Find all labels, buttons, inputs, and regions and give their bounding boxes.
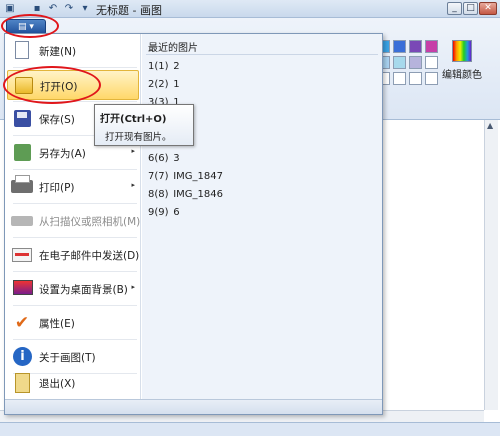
menu-item-label: 打印(P) (39, 182, 75, 194)
menu-divider (13, 237, 137, 238)
menu-footer (5, 399, 382, 414)
menu-item-label: 在电子邮件中发送(D) (39, 250, 140, 262)
tooltip-title: 打开(Ctrl+O) (100, 114, 167, 125)
save-icon[interactable]: ▪ (30, 2, 44, 15)
scroll-up-icon[interactable]: ▲ (487, 121, 493, 130)
menu-divider (13, 101, 137, 102)
exit-icon (15, 373, 30, 393)
recent-item[interactable]: 6(6) 3 (148, 153, 368, 169)
menu-item-label: 设置为桌面背景(B) (39, 284, 128, 296)
menu-item-label: 属性(E) (39, 318, 75, 330)
scanner-icon (11, 216, 33, 226)
printer-icon (11, 175, 33, 193)
recent-item-name: IMG_1846 (173, 189, 223, 200)
redo-icon[interactable]: ↷ (62, 2, 76, 15)
menu-divider (13, 203, 137, 204)
color-palette-icon (452, 40, 472, 62)
recent-item-name: 2 (173, 61, 180, 72)
properties-check-icon: ✔ (14, 313, 30, 333)
title-bar: ▣ ▪ ↶ ↷ ▾ 无标题 - 画图 _ □ ✕ (0, 0, 500, 18)
save-icon (14, 110, 31, 127)
recent-item-name: IMG_1847 (173, 171, 223, 182)
color-swatch[interactable] (393, 40, 406, 53)
paint-app-icon[interactable]: ▣ (3, 2, 17, 15)
menu-divider (13, 67, 137, 68)
menu-item-properties[interactable]: ✔ 属性(E) (7, 308, 139, 338)
recent-item-number: 7(7) (148, 171, 169, 182)
window-title: 无标题 - 画图 (96, 4, 162, 17)
close-button[interactable]: ✕ (479, 2, 497, 15)
dropdown-icon[interactable]: ▾ (78, 2, 92, 15)
menu-item-from-scanner[interactable]: 从扫描仪或照相机(M) (7, 206, 141, 236)
recent-item[interactable]: 7(7) IMG_1847 (148, 171, 368, 187)
recent-item-number: 9(9) (148, 207, 169, 218)
menu-divider (13, 271, 137, 272)
open-tooltip: 打开(Ctrl+O) 打开现有图片。 (94, 104, 194, 146)
menu-item-print[interactable]: 打印(P) ▸ (7, 172, 139, 202)
color-swatch[interactable] (425, 40, 438, 53)
menu-item-label: 另存为(A) (39, 148, 86, 160)
menu-item-label: 关于画图(T) (39, 352, 96, 364)
menu-commands: 新建(N) 打开(O) 保存(S) 另存为(A) ▸ 打印(P) ▸ 从扫描仪或… (5, 34, 141, 399)
color-swatch[interactable] (393, 72, 406, 85)
vertical-scrollbar[interactable]: ▲ (484, 120, 498, 410)
menu-item-label: 从扫描仪或照相机(M) (39, 216, 141, 228)
undo-icon[interactable]: ↶ (46, 2, 60, 15)
recent-pictures-title: 最近的图片 (148, 43, 198, 54)
recent-item-number: 8(8) (148, 189, 169, 200)
color-swatch[interactable] (393, 56, 406, 69)
recent-item[interactable]: 2(2) 1 (148, 79, 368, 95)
open-folder-icon (15, 77, 33, 94)
menu-item-new[interactable]: 新建(N) (7, 36, 139, 66)
recent-item-number: 6(6) (148, 153, 169, 164)
submenu-arrow-icon: ▸ (131, 147, 135, 155)
recent-pictures-panel: 最近的图片 1(1) 2 2(2) 1 3(3) 1 6(6) 3 7(7) I… (142, 34, 382, 399)
save-as-icon (14, 144, 31, 161)
recent-item-name: 1 (173, 79, 180, 90)
recent-item-name: 6 (173, 207, 180, 218)
color-swatch[interactable] (425, 56, 438, 69)
menu-item-set-desktop-background[interactable]: 设置为桌面背景(B) ▸ (7, 274, 139, 304)
email-icon (12, 248, 32, 262)
color-swatch[interactable] (425, 72, 438, 85)
menu-divider (13, 305, 137, 306)
submenu-arrow-icon: ▸ (131, 283, 135, 291)
menu-item-label: 新建(N) (39, 46, 77, 58)
status-bar (0, 422, 500, 436)
color-swatch[interactable] (409, 40, 422, 53)
menu-item-exit[interactable]: 退出(X) (7, 368, 139, 398)
info-icon: i (13, 347, 32, 366)
recent-item-number: 1(1) (148, 61, 169, 72)
minimize-button[interactable]: _ (447, 2, 462, 15)
menu-divider (13, 339, 137, 340)
submenu-arrow-icon: ▸ (131, 181, 135, 189)
color-swatch[interactable] (409, 56, 422, 69)
menu-item-open[interactable]: 打开(O) (7, 70, 139, 100)
recent-item-number: 2(2) (148, 79, 169, 90)
menu-divider (13, 169, 137, 170)
color-swatch[interactable] (409, 72, 422, 85)
new-document-icon (15, 41, 29, 59)
app-menu: 新建(N) 打开(O) 保存(S) 另存为(A) ▸ 打印(P) ▸ 从扫描仪或… (4, 33, 383, 415)
menu-item-label: 退出(X) (39, 378, 76, 390)
recent-item[interactable]: 8(8) IMG_1846 (148, 189, 368, 205)
edit-colors-label: 编辑颜色 (442, 70, 482, 81)
desktop-background-icon (13, 280, 33, 295)
recent-item[interactable]: 1(1) 2 (148, 61, 368, 77)
recent-item-name: 3 (173, 153, 180, 164)
recent-divider (146, 54, 378, 55)
maximize-button[interactable]: □ (463, 2, 478, 15)
menu-item-label: 保存(S) (39, 114, 75, 126)
tooltip-text: 打开现有图片。 (105, 132, 172, 143)
recent-item[interactable]: 9(9) 6 (148, 207, 368, 223)
menu-item-label: 打开(O) (40, 81, 78, 93)
menu-item-send-email[interactable]: 在电子邮件中发送(D) (7, 240, 139, 270)
edit-colors-button[interactable]: 编辑颜色 (442, 40, 482, 82)
